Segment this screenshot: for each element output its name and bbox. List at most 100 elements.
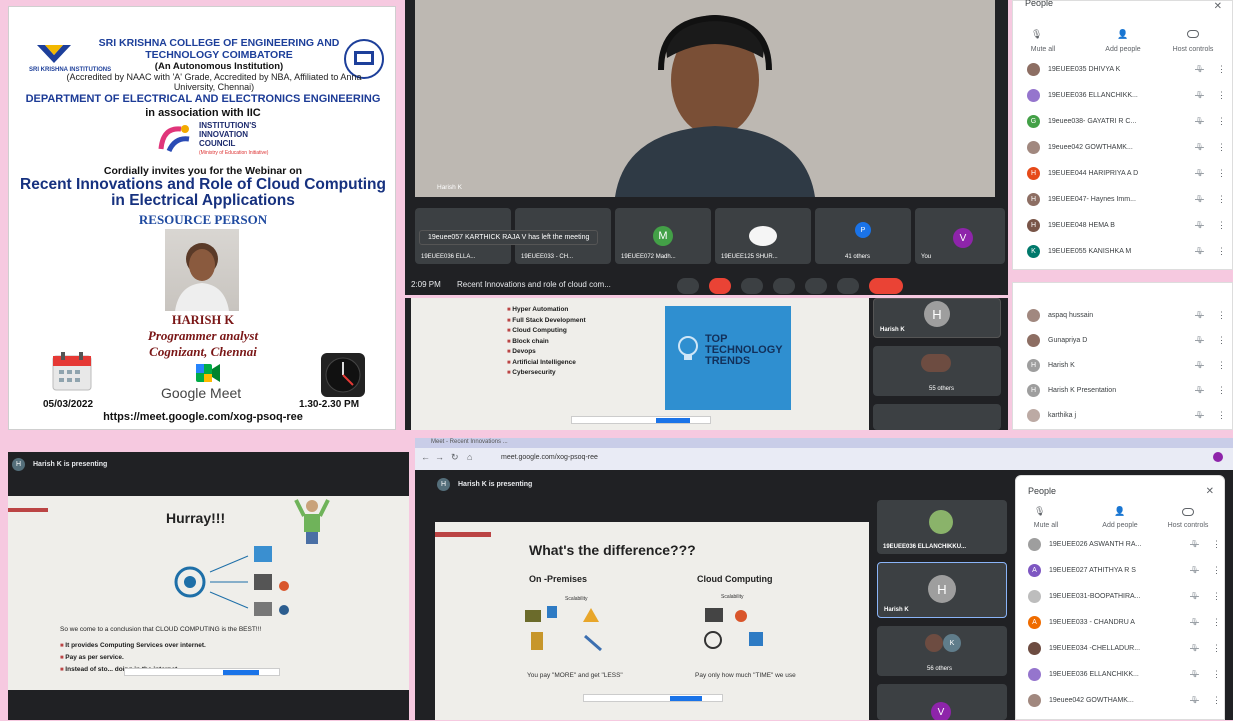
mic-off-icon[interactable]: 🎙 — [1195, 143, 1217, 151]
participant-tile[interactable]: M 19EUEE072 Madh... — [615, 208, 711, 264]
mic-off-icon[interactable]: 🎙 — [1195, 195, 1217, 203]
more-options-icon[interactable]: ⋮ — [1212, 669, 1222, 680]
participant-tile[interactable] — [873, 404, 1001, 430]
home-icon[interactable]: ⌂ — [467, 452, 472, 462]
back-icon[interactable]: ← — [421, 452, 430, 462]
more-options-icon[interactable]: ⋮ — [1212, 617, 1222, 628]
more-options-icon[interactable]: ⋮ — [1217, 246, 1227, 257]
captions-button[interactable] — [741, 278, 763, 294]
mic-off-icon[interactable]: 🎙 — [1190, 618, 1212, 626]
forward-icon[interactable]: → — [435, 452, 444, 462]
add-people-icon[interactable]: 👤 — [1114, 506, 1125, 517]
more-options-icon[interactable]: ⋮ — [1217, 410, 1227, 421]
mic-off-icon[interactable]: 🎙 — [1190, 644, 1212, 652]
presenter-tile[interactable]: H Harish K — [877, 562, 1007, 618]
host-controls-button[interactable]: Host controls — [1158, 522, 1218, 529]
participant-row[interactable]: karthika j 🎙 ⋮ — [1027, 405, 1227, 425]
add-people-button[interactable]: Add people — [1093, 46, 1153, 53]
leave-call-button[interactable] — [869, 278, 903, 294]
add-people-button[interactable]: Add people — [1090, 522, 1150, 529]
raise-hand-button[interactable] — [773, 278, 795, 294]
more-options-icon[interactable]: ⋮ — [1212, 643, 1222, 654]
present-button[interactable] — [805, 278, 827, 294]
mute-all-icon[interactable]: 🎙 — [1034, 506, 1045, 517]
more-options-icon[interactable]: ⋮ — [1217, 194, 1227, 205]
mic-off-icon[interactable]: 🎙 — [1195, 117, 1217, 125]
add-people-icon[interactable]: 👤 — [1117, 29, 1128, 40]
mic-off-icon[interactable]: 🎙 — [1195, 311, 1217, 319]
profile-avatar[interactable] — [1213, 452, 1223, 462]
participant-row[interactable]: 19euee042 GOWTHAMK... 🎙 ⋮ — [1027, 137, 1227, 157]
mic-off-icon[interactable]: 🎙 — [1190, 670, 1212, 678]
more-options-icon[interactable]: ⋮ — [1217, 142, 1227, 153]
participant-row[interactable]: K 19EUEE055 KANISHKA M 🎙 ⋮ — [1027, 241, 1227, 261]
mic-off-icon[interactable]: 🎙 — [1195, 247, 1217, 255]
mic-off-icon[interactable]: 🎙 — [1190, 696, 1212, 704]
self-tile[interactable]: V — [877, 684, 1007, 720]
more-options-button[interactable] — [837, 278, 859, 294]
participant-row[interactable]: H 19EUEE047- Haynes Imm... 🎙 ⋮ — [1027, 189, 1227, 209]
participant-row[interactable]: H Harish K 🎙 ⋮ — [1027, 355, 1227, 375]
mic-off-icon[interactable]: 🎙 — [1195, 91, 1217, 99]
more-options-icon[interactable]: ⋮ — [1217, 90, 1227, 101]
others-tile[interactable]: 55 others — [873, 346, 1001, 396]
mute-all-icon[interactable]: 🎙 — [1031, 29, 1042, 40]
host-controls-button[interactable]: Host controls — [1163, 46, 1223, 53]
presenter-tile[interactable]: H Harish K — [873, 298, 1001, 338]
mic-off-icon[interactable]: 🎙 — [1195, 411, 1217, 419]
host-controls-icon[interactable] — [1187, 30, 1199, 38]
host-controls-icon[interactable] — [1182, 508, 1194, 516]
more-options-icon[interactable]: ⋮ — [1217, 385, 1227, 396]
participant-row[interactable]: H 19EUEE044 HARIPRIYA A D 🎙 ⋮ — [1027, 163, 1227, 183]
sharing-bar[interactable] — [124, 668, 280, 676]
participant-row[interactable]: 19euee042 GOWTHAMK... 🎙 ⋮ — [1028, 690, 1222, 710]
others-tile[interactable]: P 41 others — [815, 208, 911, 264]
close-icon[interactable]: ✕ — [1206, 486, 1214, 497]
participant-row[interactable]: aspaq hussain 🎙 ⋮ — [1027, 305, 1227, 325]
more-options-icon[interactable]: ⋮ — [1212, 539, 1222, 550]
more-options-icon[interactable]: ⋮ — [1217, 116, 1227, 127]
participant-row[interactable]: 19EUEE034 -CHELLADUR... 🎙 ⋮ — [1028, 638, 1222, 658]
sharing-bar[interactable] — [571, 416, 711, 424]
participant-row[interactable]: A 19EUEE033 - CHANDRU A 🎙 ⋮ — [1028, 612, 1222, 632]
self-tile[interactable]: V You — [915, 208, 1005, 264]
more-options-icon[interactable]: ⋮ — [1217, 360, 1227, 371]
participant-row[interactable]: 19EUEE026 ASWANTH RA... 🎙 ⋮ — [1028, 534, 1222, 554]
participant-row[interactable]: G 19euee038- GAYATRI R C... 🎙 ⋮ — [1027, 111, 1227, 131]
mic-off-icon[interactable]: 🎙 — [1190, 566, 1212, 574]
browser-tab[interactable]: Meet - Recent Innovations ... — [431, 439, 508, 445]
participant-row[interactable]: 19EUEE031-BOOPATHIRA... 🎙 ⋮ — [1028, 586, 1222, 606]
mic-off-icon[interactable]: 🎙 — [1190, 540, 1212, 548]
more-options-icon[interactable]: ⋮ — [1217, 310, 1227, 321]
mute-all-button[interactable]: Mute all — [1013, 46, 1073, 53]
mic-button[interactable] — [677, 278, 699, 294]
sharing-bar[interactable] — [583, 694, 723, 702]
reload-icon[interactable]: ↻ — [451, 452, 459, 463]
more-options-icon[interactable]: ⋮ — [1212, 695, 1222, 706]
mic-off-icon[interactable]: 🎙 — [1195, 221, 1217, 229]
mic-off-icon[interactable]: 🎙 — [1195, 169, 1217, 177]
participant-row[interactable]: 19EUEE036 ELLANCHIKK... 🎙 ⋮ — [1028, 664, 1222, 684]
others-tile[interactable]: K 56 others — [877, 626, 1007, 676]
participant-row[interactable]: 19EUEE035 DHIVYA K 🎙 ⋮ — [1027, 59, 1227, 79]
close-icon[interactable]: ✕ — [1214, 1, 1222, 12]
address-input[interactable]: meet.google.com/xog-psoq-ree — [501, 454, 598, 461]
mic-off-icon[interactable]: 🎙 — [1195, 386, 1217, 394]
mic-off-icon[interactable]: 🎙 — [1195, 336, 1217, 344]
mic-off-icon[interactable]: 🎙 — [1190, 592, 1212, 600]
mic-off-icon[interactable]: 🎙 — [1195, 65, 1217, 73]
more-options-icon[interactable]: ⋮ — [1217, 64, 1227, 75]
participant-row[interactable]: Gunapriya D 🎙 ⋮ — [1027, 330, 1227, 350]
participant-tile[interactable]: 19EUEE036 ELLANCHIKKU... — [877, 500, 1007, 554]
camera-button[interactable] — [709, 278, 731, 294]
more-options-icon[interactable]: ⋮ — [1217, 220, 1227, 231]
more-options-icon[interactable]: ⋮ — [1217, 168, 1227, 179]
participant-row[interactable]: H Harish K Presentation 🎙 ⋮ — [1027, 380, 1227, 400]
more-options-icon[interactable]: ⋮ — [1212, 565, 1222, 576]
participant-row[interactable]: A 19EUEE027 ATHITHYA R S 🎙 ⋮ — [1028, 560, 1222, 580]
participant-row[interactable]: 19EUEE036 ELLANCHIKK... 🎙 ⋮ — [1027, 85, 1227, 105]
more-options-icon[interactable]: ⋮ — [1212, 591, 1222, 602]
more-options-icon[interactable]: ⋮ — [1217, 335, 1227, 346]
mic-off-icon[interactable]: 🎙 — [1195, 361, 1217, 369]
mute-all-button[interactable]: Mute all — [1016, 522, 1076, 529]
